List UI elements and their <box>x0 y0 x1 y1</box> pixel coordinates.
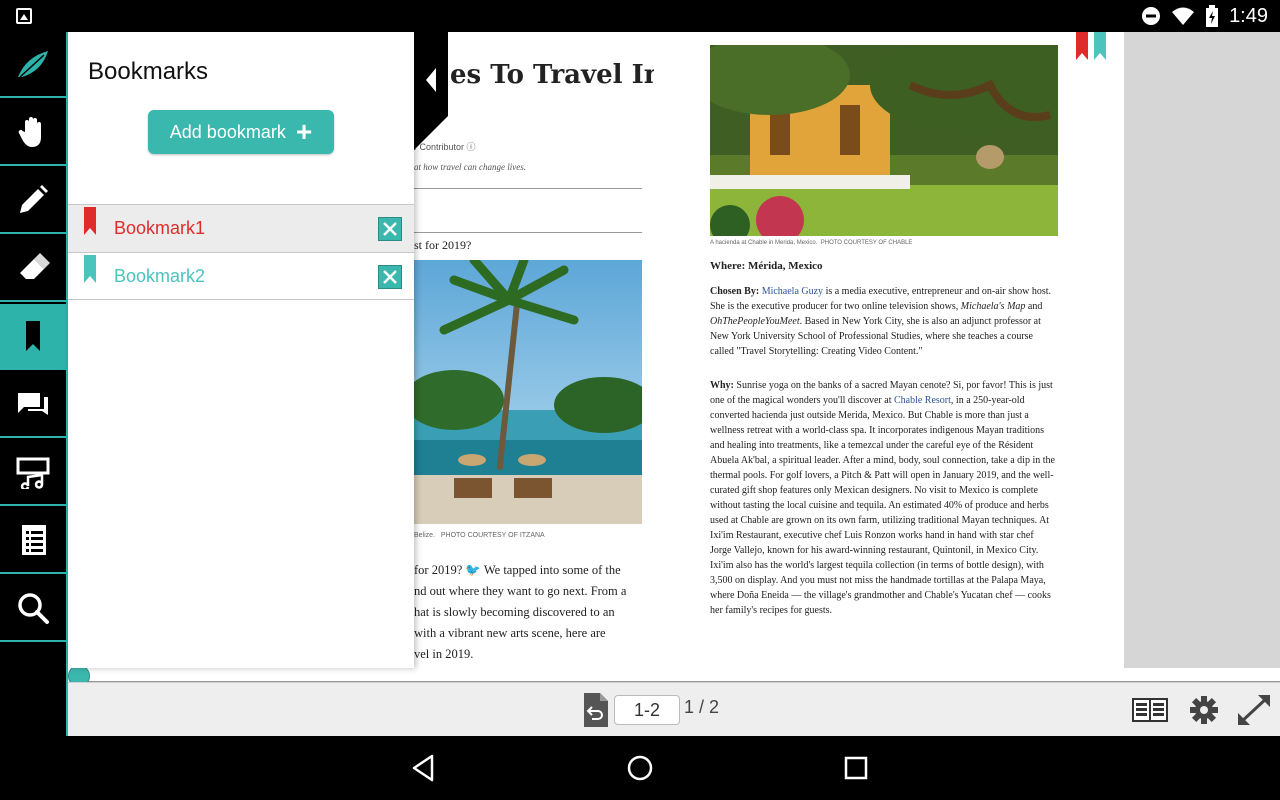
delete-bookmark-icon[interactable] <box>378 217 402 241</box>
delete-bookmark-icon[interactable] <box>378 265 402 289</box>
divider <box>414 188 642 189</box>
page-bookmark-ribbons[interactable] <box>1074 32 1110 62</box>
bookmark-list: Bookmark1 Bookmark2 <box>68 204 414 300</box>
page-right[interactable]: A hacienda at Chable in Merida, Mexico. … <box>654 32 1124 668</box>
page-margin <box>1068 32 1124 668</box>
bookmark-label: Bookmark1 <box>114 218 206 238</box>
beach-photo <box>414 260 642 524</box>
media-icon <box>16 457 50 489</box>
resort-link[interactable]: Chable Resort <box>894 395 951 406</box>
collapse-panel-button[interactable] <box>414 32 448 150</box>
media-tool-button[interactable] <box>0 440 66 506</box>
fullscreen-icon[interactable] <box>1236 693 1272 727</box>
pencil-tool-button[interactable] <box>0 168 66 234</box>
article-paragraph: for 2019? 🐦 We tapped into some of the n… <box>414 563 627 661</box>
app-logo-icon <box>18 51 48 78</box>
settings-gear-icon[interactable] <box>1186 693 1222 727</box>
two-page-view-icon[interactable] <box>1132 693 1168 727</box>
pan-hand-icon <box>18 117 41 147</box>
bookmark-item-2[interactable]: Bookmark2 <box>68 252 414 300</box>
toc-tool-button[interactable] <box>0 508 66 574</box>
bottom-bar: 1-2 1 / 2 <box>68 682 1280 736</box>
app-root: 1:49 es To Travel In r Contributor ⓘ at … <box>0 0 1280 800</box>
page-number-input[interactable]: 1-2 <box>614 695 680 725</box>
bookmark-label: Bookmark2 <box>114 266 206 286</box>
wifi-icon <box>1172 7 1195 25</box>
photo-caption: A hacienda at Chable in Merida, Mexico. … <box>710 240 913 246</box>
toc-list-icon <box>22 525 46 555</box>
author-link[interactable]: Michaela Guzy <box>762 286 823 297</box>
status-bar: 1:49 <box>0 0 1280 32</box>
hacienda-photo <box>710 45 1058 236</box>
undo-page-icon[interactable] <box>584 693 608 727</box>
plus-icon: + <box>295 116 313 147</box>
bookmark-flag-icon <box>84 255 96 283</box>
dnd-icon <box>1142 7 1161 25</box>
back-icon[interactable] <box>408 752 440 784</box>
panel-title: Bookmarks <box>88 58 209 85</box>
bookmark-item-1[interactable]: Bookmark1 <box>68 204 414 252</box>
location-heading: Where: Mérida, Mexico <box>710 260 823 272</box>
eraser-tool-button[interactable] <box>0 236 66 302</box>
recents-icon[interactable] <box>840 752 872 784</box>
article-title: es To Travel In <box>450 60 654 90</box>
bookmark-icon <box>26 321 40 351</box>
eraser-icon <box>20 253 50 279</box>
comments-tool-button[interactable] <box>0 372 66 438</box>
status-time: 1:49 <box>1229 4 1268 27</box>
search-icon <box>18 593 49 624</box>
twitter-icon[interactable]: 🐦 <box>465 563 481 577</box>
add-bookmark-button[interactable]: Add bookmark + <box>148 110 334 154</box>
gallery-icon <box>16 8 32 24</box>
page-left[interactable]: es To Travel In r Contributor ⓘ at how t… <box>414 32 654 668</box>
divider <box>414 232 642 233</box>
left-toolbar <box>0 32 68 736</box>
bookmarks-panel: Bookmarks Add bookmark + Bookmark1 Bookm… <box>68 32 414 668</box>
page-total: 1 / 2 <box>684 697 720 717</box>
pan-tool-button[interactable] <box>0 100 66 166</box>
comments-icon <box>18 393 48 415</box>
app-logo[interactable] <box>0 32 66 98</box>
why-paragraph: Why: Sunrise yoga on the banks of a sacr… <box>710 380 1055 616</box>
home-icon[interactable] <box>624 752 656 784</box>
bookmark-flag-icon <box>84 207 96 235</box>
battery-icon <box>1206 5 1219 27</box>
bookmark-tool-button[interactable] <box>0 304 66 370</box>
pencil-icon <box>20 185 48 213</box>
search-tool-button[interactable] <box>0 576 66 642</box>
article-subline: at how travel can change lives. <box>414 162 526 172</box>
question-text: st for 2019? <box>414 238 472 252</box>
chosen-by-paragraph: Chosen By: Michaela Guzy is a media exec… <box>710 286 1052 357</box>
system-nav-bar <box>0 736 1280 800</box>
photo-caption: Belize. PHOTO COURTESY OF ITZANA <box>414 532 545 539</box>
